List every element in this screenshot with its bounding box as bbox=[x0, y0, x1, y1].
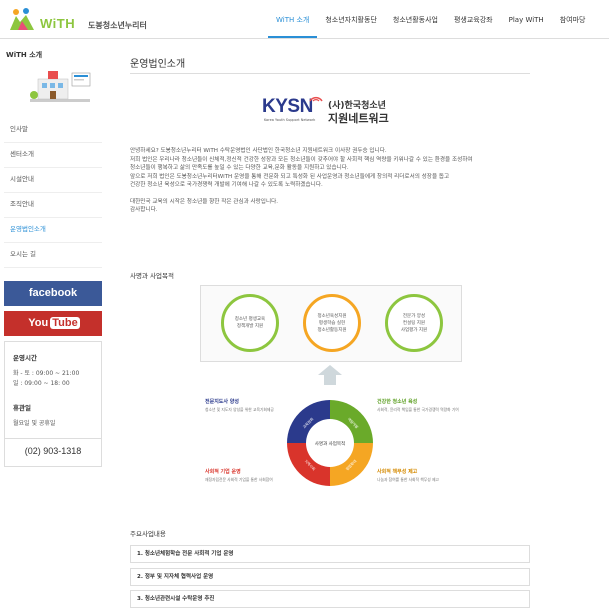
quadrant-desc: 청소년 및 지도자 양성을 위한 교육기회제공 bbox=[205, 407, 274, 412]
operating-hours-box: 운영시간 화 - 토 : 09:00 ~ 21:00 일 : 09:00 ~ 1… bbox=[4, 341, 102, 467]
quadrant-title: 건강한 청소년 육성 bbox=[377, 399, 418, 405]
logo-people-icon bbox=[10, 8, 34, 30]
business-section-title: 주요사업내용 bbox=[130, 530, 166, 538]
site-logo[interactable]: WiTH 도봉청소년누리터 bbox=[8, 6, 148, 34]
signal-arc-icon bbox=[309, 96, 323, 102]
quadrant-title: 전문지도사 양성 bbox=[205, 399, 239, 405]
intro-line: 청소년들이 행복하고 삶의 만족도를 높일 수 있는 다양한 교육,문화 활동을… bbox=[130, 165, 349, 171]
title-divider bbox=[130, 73, 530, 74]
kysn-logo: KYSN Korea Youth Support Network (사)한국청소… bbox=[262, 92, 402, 126]
hours-sunday: 일 : 09:00 ~ 18: 00 bbox=[13, 380, 70, 387]
intro-text: 안녕하세요? 도봉청소년누리터 WiTH 수탁운영법인 사단법인 한국청소년 지… bbox=[130, 147, 530, 215]
quadrant-title: 사회적 기업 운영 bbox=[205, 469, 241, 475]
sidebar-item-center-intro[interactable]: 센터소개 bbox=[4, 143, 102, 168]
kysn-logo-text: KYSN bbox=[262, 96, 313, 117]
youtube-banner[interactable]: You Tube bbox=[4, 311, 102, 336]
arrow-up-icon bbox=[318, 365, 342, 375]
goal-circle: 전문가 양성 컨설팅 지원 사업평가 지원 bbox=[385, 294, 443, 352]
mission-diagram: 청소년 평생교육 정책개발 지원 청소년육성지원 평생학습 실현 청소년활동지원 전문… bbox=[190, 285, 470, 505]
donut-center-label: 사명과 사업목적 bbox=[315, 440, 345, 447]
nav-participation[interactable]: 참여마당 bbox=[552, 0, 594, 38]
mission-donut-chart: 사명과 사업목적 교육원화 역량개발 협업확대 지역사회 bbox=[287, 400, 373, 486]
business-item[interactable]: 3. 청소년관련시설 수탁운영 추진 bbox=[130, 590, 530, 608]
intro-line: 대한민국 교육의 시작은 청소년을 향한 작은 관심과 사랑입니다. bbox=[130, 198, 279, 205]
phone-number: (02) 903-1318 bbox=[24, 446, 82, 456]
facebook-banner[interactable]: facebook bbox=[4, 281, 102, 306]
intro-line: 앞으로 저희 법인은 도봉청소년누리터WiTH 운영을 통해 전문화 되고 특성… bbox=[130, 173, 450, 180]
main-nav: WiTH 소개 청소년자치활동단 청소년활동사업 평생교육강좌 Play WiT… bbox=[268, 0, 593, 38]
quadrant-desc: 나눔과 참여를 통한 사회적 책무성 제고 bbox=[377, 477, 439, 482]
school-building-icon bbox=[30, 71, 91, 102]
nav-lifelong-education[interactable]: 평생교육강좌 bbox=[446, 0, 501, 38]
hours-weekday: 화 - 토 : 09:00 ~ 21:00 bbox=[13, 370, 80, 377]
sidebar-menu: 인사말 센터소개 시설안내 조직안내 운영법인소개 오시는 길 bbox=[4, 118, 102, 268]
page-title: 운영법인소개 bbox=[130, 59, 186, 70]
logo-subtext: 도봉청소년누리터 bbox=[88, 21, 147, 30]
sidebar-title: WiTH 소개 bbox=[6, 51, 43, 59]
nav-youth-council[interactable]: 청소년자치활동단 bbox=[317, 0, 385, 38]
sidebar-item-directions[interactable]: 오시는 길 bbox=[4, 243, 102, 268]
nav-play-with[interactable]: Play WiTH bbox=[501, 0, 552, 38]
kysn-korean-name-2: 지원네트워크 bbox=[328, 112, 389, 125]
youtube-text-a: You bbox=[28, 317, 49, 329]
goal-circle: 청소년육성지원 평생학습 실현 청소년활동지원 bbox=[303, 294, 361, 352]
sidebar-item-greeting[interactable]: 인사말 bbox=[4, 118, 102, 143]
youtube-text-b: Tube bbox=[50, 317, 80, 329]
arrow-stem bbox=[324, 375, 336, 385]
goal-circle: 청소년 평생교육 정책개발 지원 bbox=[221, 294, 279, 352]
quadrant-desc: 재정자립전문 사회적 기업을 통한 사회참여 bbox=[205, 477, 273, 482]
business-item[interactable]: 1. 청소년체험학습 전문 사회적 기업 운영 bbox=[130, 545, 530, 563]
nav-with-intro[interactable]: WiTH 소개 bbox=[268, 0, 318, 38]
quadrant-title: 사회적 책무성 제고 bbox=[377, 469, 418, 475]
intro-line: 감사합니다. bbox=[130, 207, 158, 213]
nav-youth-programs[interactable]: 청소년활동사업 bbox=[385, 0, 446, 38]
intro-line: 건강한 청소년 육성으로 국가경쟁력 개발에 기여해 나갈 수 있도록 노력하겠… bbox=[130, 182, 323, 188]
hours-divider bbox=[5, 438, 101, 439]
quadrant-desc: 사회적, 윤리적 책임을 통한 국가경쟁력 역량화 기여 bbox=[377, 407, 459, 412]
intro-line: 저희 법인은 우리나라 청소년들이 신체적,정신적 건강한 성장과 모든 청소년… bbox=[130, 156, 473, 163]
mission-section-title: 사명과 사업목적 bbox=[130, 272, 174, 280]
kysn-english-name: Korea Youth Support Network bbox=[264, 118, 316, 122]
sidebar-item-operating-corp[interactable]: 운영법인소개 bbox=[4, 218, 102, 243]
intro-line: 안녕하세요? 도봉청소년누리터 WiTH 수탁운영법인 사단법인 한국청소년 지… bbox=[130, 148, 387, 154]
business-item[interactable]: 2. 정부 및 지자체 협력사업 운영 bbox=[130, 568, 530, 586]
closed-days: 월요일 및 공휴일 bbox=[13, 420, 56, 427]
hours-title: 운영시간 bbox=[13, 354, 37, 362]
header-divider bbox=[0, 38, 609, 39]
goal-circles-box: 청소년 평생교육 정책개발 지원 청소년육성지원 평생학습 실현 청소년활동지원 전문… bbox=[200, 285, 462, 362]
logo-text: WiTH bbox=[40, 16, 76, 31]
sidebar-item-organization[interactable]: 조직안내 bbox=[4, 193, 102, 218]
closed-title: 휴관일 bbox=[13, 404, 31, 412]
sidebar-item-facilities[interactable]: 시설안내 bbox=[4, 168, 102, 193]
site-header: WiTH 도봉청소년누리터 WiTH 소개 청소년자치활동단 청소년활동사업 평… bbox=[0, 0, 609, 38]
